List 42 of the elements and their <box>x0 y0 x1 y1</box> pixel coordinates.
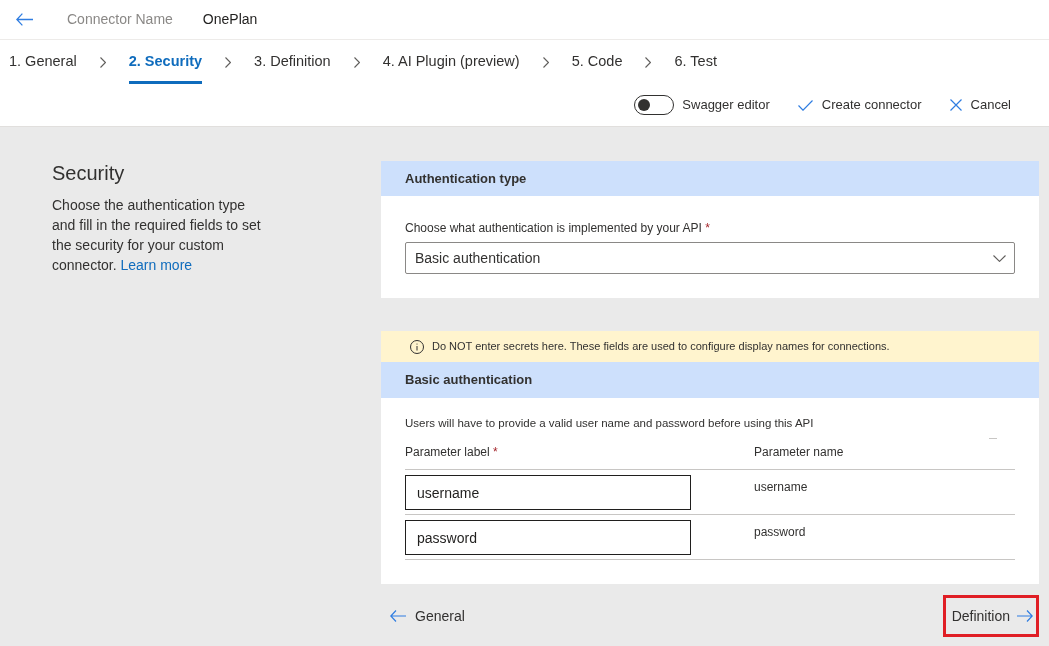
parameter-name-text: username <box>754 479 808 495</box>
card-description: Users will have to provide a valid user name and password before using this API <box>405 416 815 431</box>
cancel-button[interactable]: Cancel <box>949 95 1011 115</box>
check-icon <box>797 99 813 111</box>
step-tab[interactable]: 3. Definition <box>254 40 331 84</box>
chevron-right-icon <box>225 56 232 68</box>
swagger-editor-label: Swagger editor <box>682 96 770 115</box>
warning-text: Do NOT enter secrets here. These fields are used to configure display names for connections. <box>432 339 890 355</box>
learn-more-link[interactable]: Learn more <box>120 257 193 273</box>
parameter-label-input[interactable]: username <box>405 475 691 510</box>
card-title: Authentication type <box>405 169 527 188</box>
chevron-right-icon <box>353 56 360 68</box>
create-connector-button[interactable]: Create connector <box>797 95 922 115</box>
step-tab[interactable]: 4. AI Plugin (preview) <box>382 40 520 84</box>
section-title: Security <box>52 161 126 185</box>
step-tab[interactable]: 5. Code <box>571 40 623 84</box>
dash-icon <box>989 438 997 439</box>
chevron-right-icon <box>645 56 652 68</box>
arrow-left-icon <box>390 610 406 622</box>
chevron-right-icon <box>542 56 549 68</box>
authentication-dropdown[interactable]: Basic authentication <box>405 242 1015 274</box>
info-icon <box>410 339 424 354</box>
step-tab[interactable]: 2. Security <box>128 40 203 84</box>
card-title: Basic authentication <box>405 371 533 390</box>
section-description: Choose the authentication type and fill in the required fields to set the security for your custom connector. Learn more <box>52 196 262 275</box>
chevron-down-icon <box>993 254 1006 262</box>
connector-name-label: Connector Name <box>67 10 173 29</box>
parameter-name-text: password <box>754 524 806 540</box>
chevron-right-icon <box>99 56 106 68</box>
back-step-button[interactable]: General <box>390 605 465 627</box>
column-header: Parameter name <box>754 445 844 459</box>
column-header: Parameter label * <box>405 445 498 459</box>
toggle-switch[interactable] <box>634 95 675 115</box>
back-arrow-icon <box>15 13 33 26</box>
step-tab[interactable]: 6. Test <box>674 40 717 84</box>
arrow-right-icon <box>1017 610 1033 622</box>
connector-name: OnePlan <box>202 10 258 29</box>
step-tab[interactable]: 1. General <box>9 40 77 84</box>
next-step-button[interactable]: Definition <box>951 605 1033 627</box>
parameter-label-input[interactable]: password <box>405 520 691 555</box>
close-icon <box>949 99 962 111</box>
field-label: Choose what authentication is implemented by your API * <box>405 220 711 236</box>
